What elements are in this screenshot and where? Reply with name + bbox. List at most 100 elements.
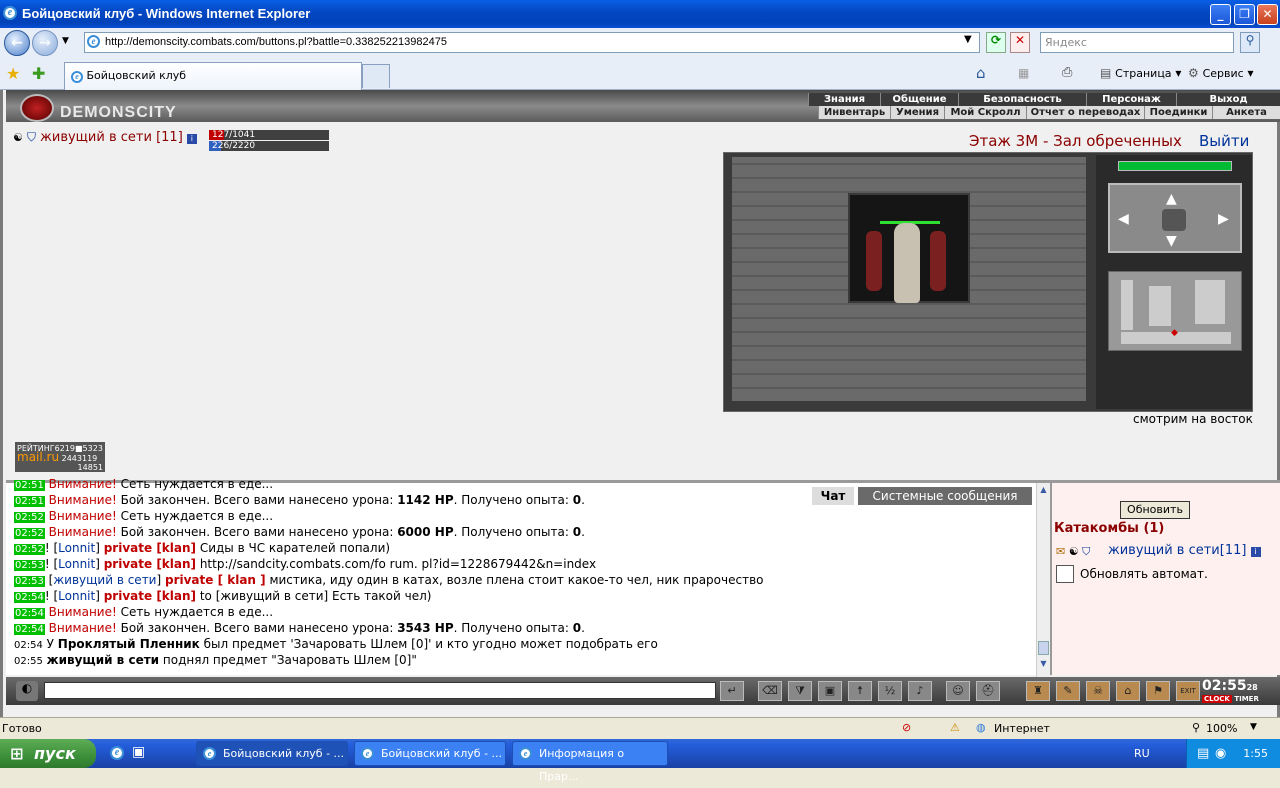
menu-security[interactable]: Безопасность xyxy=(958,93,1086,106)
chat-private-tag[interactable]: private [ klan ] xyxy=(165,573,266,587)
menu-knowledge[interactable]: Знания xyxy=(808,93,880,106)
minimize-button[interactable]: _ xyxy=(1210,4,1231,25)
skull-icon[interactable]: ☠ xyxy=(1086,681,1110,701)
chat-timestamp[interactable]: 02:52 xyxy=(14,544,45,555)
building-icon[interactable]: ⌂ xyxy=(1116,681,1140,701)
chat-actor[interactable]: живущий в сети xyxy=(47,653,159,667)
chat-sender[interactable]: Lonnit xyxy=(58,541,95,555)
filter-icon[interactable]: ⧩ xyxy=(788,681,812,701)
corridor-view[interactable] xyxy=(732,157,1086,401)
chat-scrollbar[interactable]: ▲ ▼ xyxy=(1036,483,1050,678)
chat-timestamp[interactable]: 02:51 xyxy=(14,480,45,491)
chat-timestamp[interactable]: 02:54 xyxy=(14,608,45,619)
guard-left-figure[interactable] xyxy=(866,231,882,291)
chat-timestamp[interactable]: 02:54 xyxy=(14,624,45,635)
zoom-level[interactable]: 100% xyxy=(1206,722,1237,735)
chat-panel[interactable]: 02:51 Внимание! Сеть нуждается в еде... 0… xyxy=(6,477,1050,678)
zoom-dropdown-icon[interactable]: ▼ xyxy=(1250,722,1257,732)
favorites-star-icon[interactable]: ★ xyxy=(6,64,20,83)
refresh-icon[interactable]: ⟳ xyxy=(986,32,1006,53)
service-menu[interactable]: ⚙ Сервис ▾ xyxy=(1188,66,1254,80)
helmet-icon[interactable]: ⛑ xyxy=(976,681,1000,701)
feeds-icon[interactable]: ▦ xyxy=(1018,66,1029,80)
menu-inventory[interactable]: Инвентарь xyxy=(818,106,890,119)
chat-input[interactable] xyxy=(44,682,716,699)
quicklaunch-desktop-icon[interactable]: ▣ xyxy=(132,744,145,760)
task-window-2[interactable]: e Бойцовский клуб - ... xyxy=(354,741,506,766)
scroll-down-icon[interactable]: ▼ xyxy=(1037,659,1050,672)
chat-timestamp[interactable]: 02:52 xyxy=(14,512,45,523)
eraser-icon[interactable]: ⌫ xyxy=(758,681,782,701)
chat-mode-icon[interactable]: ◐ xyxy=(16,681,38,701)
menu-fights[interactable]: Поединки xyxy=(1144,106,1212,119)
exit-link[interactable]: Выйти xyxy=(1199,132,1249,150)
close-button[interactable]: ✕ xyxy=(1257,4,1278,25)
chat-sender[interactable]: живущий в сети xyxy=(53,573,156,587)
menu-character[interactable]: Персонаж xyxy=(1086,93,1176,106)
chat-private-tag[interactable]: private [klan] xyxy=(104,557,196,571)
flag-icon[interactable]: ⚑ xyxy=(1146,681,1170,701)
scroll-up-icon[interactable]: ▲ xyxy=(1037,485,1050,498)
refresh-button[interactable]: Обновить xyxy=(1120,501,1190,519)
address-input[interactable]: e http://demonscity.combats.com/buttons.… xyxy=(84,32,980,53)
chat-timestamp[interactable]: 02:51 xyxy=(14,496,45,507)
menu-profile[interactable]: Анкета xyxy=(1212,106,1280,119)
add-favorite-icon[interactable]: ✚ xyxy=(32,64,45,83)
private-message-icon[interactable]: ✉ xyxy=(1056,545,1065,558)
scroll-thumb[interactable] xyxy=(1038,641,1049,655)
new-tab-button[interactable] xyxy=(362,64,390,88)
online-player[interactable]: живущий в сети[11] i xyxy=(1108,543,1261,558)
chat-timestamp[interactable]: 02:53 xyxy=(14,560,45,571)
chat-timestamp[interactable]: 02:52 xyxy=(14,528,45,539)
scroll-icon[interactable]: ✎ xyxy=(1056,681,1080,701)
online-player-name[interactable]: живущий в сети xyxy=(1108,543,1220,558)
maximize-button[interactable]: ❐ xyxy=(1234,4,1255,25)
forward-button[interactable]: → xyxy=(32,30,58,56)
popup-blocker-icon[interactable]: ⊘ xyxy=(902,721,911,734)
prisoner-figure[interactable] xyxy=(894,223,920,303)
tab-active[interactable]: e Бойцовский клуб xyxy=(64,62,362,90)
home-icon[interactable]: ⌂ xyxy=(976,64,986,82)
info-icon[interactable]: i xyxy=(1250,547,1261,557)
arrow-up-icon[interactable]: ▲ xyxy=(1166,191,1177,207)
chat-actor[interactable]: Проклятый Пленник xyxy=(58,637,200,651)
fighter-icon[interactable]: ☨ xyxy=(848,681,872,701)
menu-exit[interactable]: Выход xyxy=(1176,93,1280,106)
auto-refresh-checkbox[interactable] xyxy=(1056,565,1074,583)
exit-icon[interactable]: EXIT xyxy=(1176,681,1200,701)
sound-icon[interactable]: ♪ xyxy=(908,681,932,701)
chat-sender[interactable]: Lonnit xyxy=(58,557,95,571)
task-window-1[interactable]: e Бойцовский клуб - ... xyxy=(196,741,348,766)
menu-transfers[interactable]: Отчет о переводах xyxy=(1026,106,1144,119)
arrow-left-icon[interactable]: ◀ xyxy=(1118,211,1129,227)
chat-private-tag[interactable]: private [klan] xyxy=(104,541,196,555)
arrow-down-icon[interactable]: ▼ xyxy=(1166,233,1177,249)
start-button[interactable]: ⊞ пуск xyxy=(0,739,96,768)
save-icon[interactable]: ▣ xyxy=(818,681,842,701)
chat-timestamp[interactable]: 02:54 xyxy=(14,592,45,603)
search-icon[interactable]: ⚲ xyxy=(1240,32,1260,53)
task-window-3[interactable]: e Информация о Прар... xyxy=(512,741,668,783)
arrow-right-icon[interactable]: ▶ xyxy=(1218,211,1229,227)
chat-private-tag[interactable]: private [klan] xyxy=(104,589,196,603)
bag-icon[interactable]: ♜ xyxy=(1026,681,1050,701)
chat-timestamp[interactable]: 02:55 xyxy=(14,656,43,667)
info-icon[interactable]: i xyxy=(186,134,197,144)
tab-chat[interactable]: Чат xyxy=(812,487,854,505)
half-icon[interactable]: ½ xyxy=(878,681,902,701)
mailru-counter[interactable]: РЕЙТИНГ6219■5323 mail.ru 2443119 14851 xyxy=(15,442,105,472)
antivirus-icon[interactable]: ◉ xyxy=(1215,739,1226,768)
print-icon[interactable]: ⎙ xyxy=(1062,65,1072,80)
stop-icon[interactable]: ✕ xyxy=(1010,32,1030,53)
language-indicator[interactable]: RU xyxy=(1134,747,1150,760)
address-dropdown-icon[interactable]: ▼ xyxy=(964,34,972,45)
network-icon[interactable]: ▤ xyxy=(1197,739,1209,768)
quicklaunch-ie-icon[interactable]: e xyxy=(110,746,124,760)
menu-skills[interactable]: Умения xyxy=(890,106,944,119)
chat-timestamp[interactable]: 02:53 xyxy=(14,576,45,587)
chat-sender[interactable]: Lonnit xyxy=(58,589,95,603)
smile-icon[interactable]: ☺ xyxy=(946,681,970,701)
player-name[interactable]: живущий в сети xyxy=(40,130,152,145)
tab-system-messages[interactable]: Системные сообщения xyxy=(858,487,1032,505)
menu-communication[interactable]: Общение xyxy=(880,93,958,106)
